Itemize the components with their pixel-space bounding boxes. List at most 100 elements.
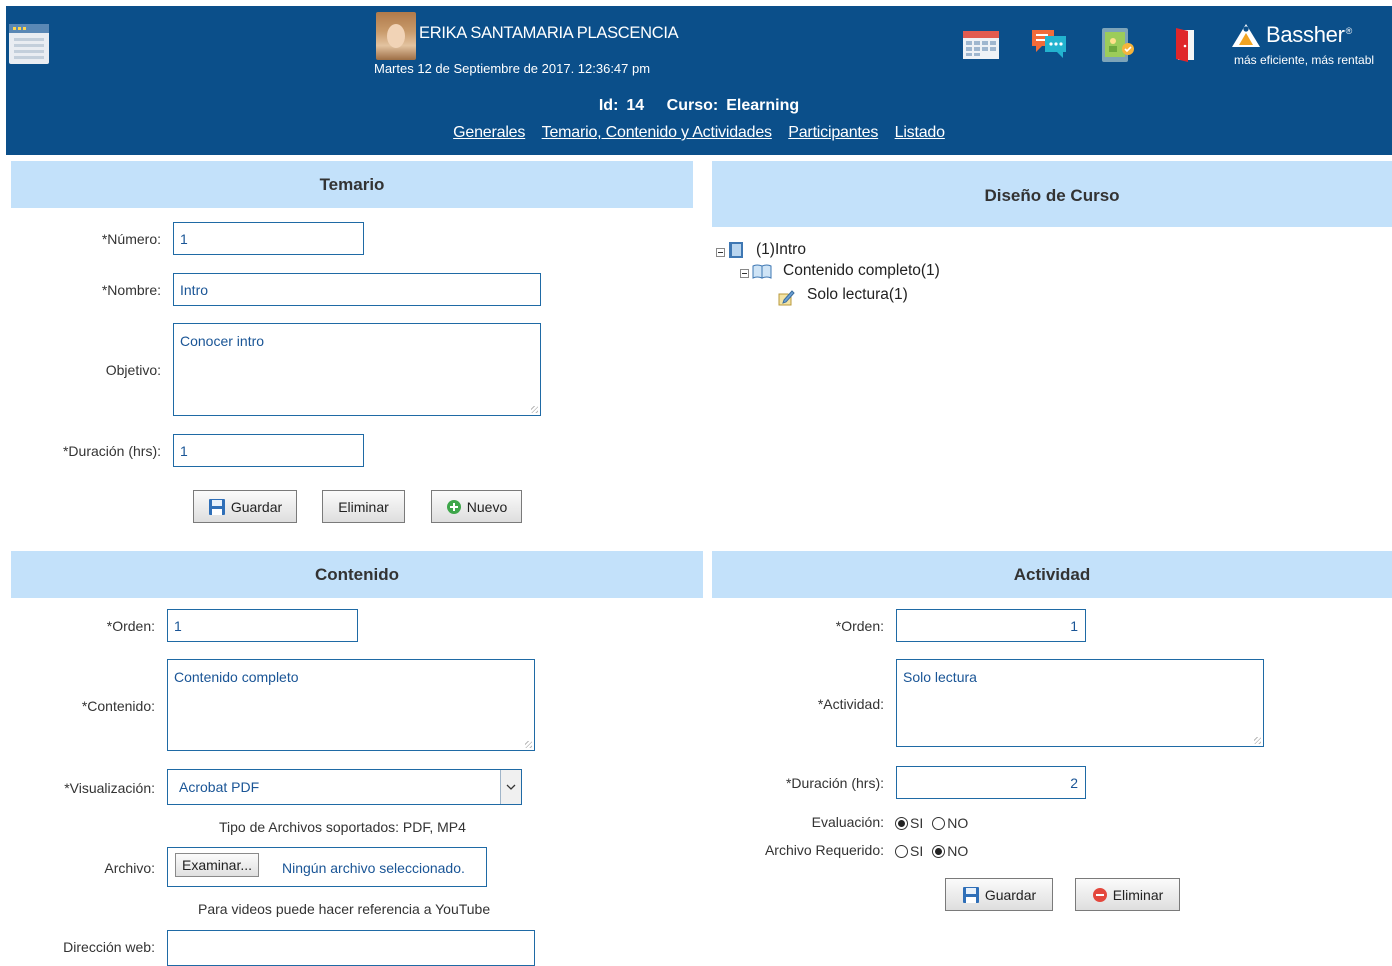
save-icon [962,886,979,903]
current-datetime: Martes 12 de Septiembre de 2017. 12:36:4… [374,61,651,76]
exit-door-icon[interactable] [1170,24,1198,64]
evaluacion-radios: SI NO [895,815,977,831]
actividad-label: *Actividad: [817,696,884,712]
actividad-guardar-button[interactable]: Guardar [945,878,1053,911]
visualizacion-select[interactable]: Acrobat PDF [167,769,522,805]
tree-node-actividad[interactable]: Solo lectura(1) [777,284,908,306]
archivo-no-radio[interactable] [932,844,946,858]
book-icon [729,242,743,258]
archivo-no-label: NO [947,843,969,859]
nav-participantes[interactable]: Participantes [788,124,878,141]
tipos-note: Tipo de Archivos soportados: PDF, MP4 [219,819,466,835]
actividad-guardar-label: Guardar [984,886,1037,903]
temario-eliminar-label: Eliminar [338,498,389,515]
avatar [376,12,416,60]
temario-eliminar-button[interactable]: Eliminar [322,490,405,523]
archivo-requerido-label: Archivo Requerido: [764,842,884,858]
save-icon [208,498,225,515]
course-nav: Generales Temario, Contenido y Actividad… [6,124,1392,142]
actividad-eliminar-label: Eliminar [1112,886,1164,903]
videos-note: Para videos puede hacer referencia a You… [198,901,491,917]
evaluacion-no-radio[interactable] [932,816,946,830]
actividad-eliminar-button[interactable]: Eliminar [1075,878,1180,911]
numero-label: *Número: [101,231,161,247]
course-id: 14 [626,97,645,114]
archivo-requerido-radios: SI NO [895,843,977,859]
tree-node-contenido[interactable]: Contenido completo(1) [740,262,940,280]
actividad-text: Solo lectura [903,669,977,685]
tree-label-contenido: Contenido completo(1) [783,262,940,279]
nav-generales[interactable]: Generales [453,124,525,141]
course-id-label: Id: [598,97,619,114]
actividad-duracion-input[interactable]: 2 [896,766,1086,799]
brand-tagline: más eficiente, más rentabl [1234,53,1375,67]
visualizacion-label: *Visualización: [64,780,155,796]
evaluacion-si-radio[interactable] [895,816,908,830]
diseno-header: Diseño de Curso [712,161,1392,227]
contenido-text: Contenido completo [174,669,299,685]
examinar-button[interactable]: Examinar... [175,853,260,877]
orden-label: *Orden: [106,618,155,634]
course-name: Elearning [726,97,800,114]
chat-icon[interactable] [1029,24,1069,64]
archivo-status: Ningún archivo seleccionado. [282,860,465,876]
temario-nuevo-label: Nuevo [466,498,508,515]
actividad-orden-label: *Orden: [835,618,884,634]
archivo-si-radio[interactable] [895,844,908,858]
resize-grip[interactable] [531,406,538,413]
resize-grip[interactable] [1254,737,1261,744]
temario-header: Temario [11,161,693,208]
top-header: ERIKA SANTAMARIA PLASCENCIA Martes 12 de… [6,6,1392,155]
visualizacion-value: Acrobat PDF [179,779,260,795]
pencil-note-icon [778,290,795,306]
duracion-input[interactable]: 1 [173,434,364,467]
direccion-input[interactable] [167,930,535,966]
brand-mark: ® [1345,25,1353,36]
objetivo-label: Objetivo: [105,362,161,378]
course-info: Id: 14 Curso: Elearning [6,97,1392,115]
evaluacion-no-label: NO [947,815,969,831]
course-label: Curso: [666,97,719,114]
nombre-label: *Nombre: [101,282,161,298]
remove-circle-icon [1092,887,1107,902]
tree-label-intro: (1)Intro [756,241,806,258]
objetivo-text: Conocer intro [180,333,265,349]
temario-guardar-button[interactable]: Guardar [193,490,297,523]
temario-nuevo-button[interactable]: Nuevo [431,490,522,523]
open-book-icon [752,264,772,279]
contenido-textarea[interactable]: Contenido completo [167,659,535,751]
resize-grip[interactable] [525,741,532,748]
user-name: ERIKA SANTAMARIA PLASCENCIA [419,24,679,42]
temario-guardar-label: Guardar [230,498,283,515]
tree-node-intro[interactable]: (1)Intro [716,241,806,259]
actividad-orden-input[interactable]: 1 [896,609,1086,642]
direccion-label: Dirección web: [63,939,155,955]
add-circle-icon [446,499,461,514]
nombre-input[interactable]: Intro [173,273,541,306]
tree-label-actividad: Solo lectura(1) [807,286,908,303]
actividad-duracion-label: *Duración (hrs): [785,775,884,791]
actividad-textarea[interactable]: Solo lectura [896,659,1264,747]
tree-collapse-icon[interactable] [716,247,725,257]
chevron-down-icon[interactable] [500,770,521,804]
evaluacion-label: Evaluación: [811,814,884,830]
numero-input[interactable]: 1 [173,222,364,255]
brand-name: Bassher [1266,22,1345,47]
tablet-icon[interactable] [1098,24,1136,64]
duracion-label: *Duración (hrs): [62,443,161,459]
contenido-orden-input[interactable]: 1 [167,609,358,642]
bassher-logo-icon [1232,24,1260,47]
archivo-label: Archivo: [104,860,155,876]
tree-collapse-icon[interactable] [740,268,749,278]
archivo-file-input[interactable]: Examinar... Ningún archivo seleccionado. [167,847,487,887]
contenido-header: Contenido [11,551,703,598]
nav-listado[interactable]: Listado [895,124,945,141]
actividad-header: Actividad [712,551,1392,598]
objetivo-textarea[interactable]: Conocer intro [173,323,541,416]
contenido-label: *Contenido: [81,698,155,714]
archivo-si-label: SI [910,843,924,859]
menu-icon[interactable] [9,24,49,64]
nav-temario-contenido-actividades[interactable]: Temario, Contenido y Actividades [542,124,772,141]
evaluacion-si-label: SI [910,815,924,831]
calendar-icon[interactable] [961,24,1001,64]
